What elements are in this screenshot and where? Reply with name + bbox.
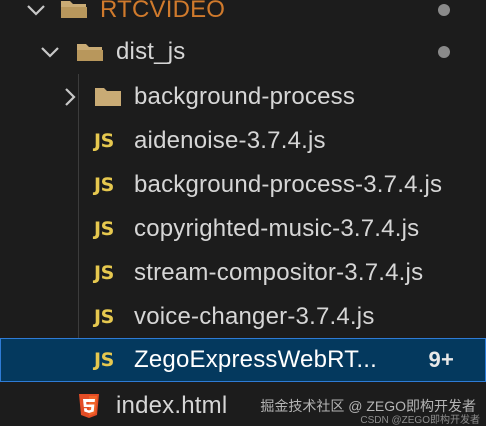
tree-row-js-file[interactable]: JS aidenoise-3.7.4.js: [0, 119, 486, 163]
tree-row-root-folder[interactable]: RTCVIDEO: [0, 0, 486, 32]
file-label: ZegoExpressWebRT...: [134, 346, 378, 373]
js-file-icon: JS: [94, 130, 114, 152]
tree-row-js-file[interactable]: JS stream-compositor-3.7.4.js: [0, 251, 486, 295]
file-label: aidenoise-3.7.4.js: [134, 127, 326, 154]
file-label: background-process-3.7.4.js: [134, 171, 443, 198]
tree-row-dist-js-folder[interactable]: dist_js: [0, 30, 486, 74]
tree-row-js-file-selected[interactable]: JS ZegoExpressWebRT... 9+: [0, 338, 486, 382]
file-explorer-tree: RTCVIDEO dist_js background-process JS a…: [0, 0, 486, 426]
root-folder-label: RTCVIDEO: [100, 0, 226, 23]
modified-dot-icon: [438, 4, 450, 16]
problem-count-badge: 9+: [428, 347, 454, 372]
modified-dot-icon: [438, 46, 450, 58]
file-label: voice-changer-3.7.4.js: [134, 303, 375, 330]
js-file-icon: JS: [94, 349, 114, 371]
js-file-icon: JS: [94, 218, 114, 240]
chevron-right-icon: [65, 88, 76, 106]
chevron-down-icon: [27, 5, 45, 16]
js-file-icon: JS: [94, 174, 114, 196]
folder-icon: [95, 88, 121, 106]
js-file-icon: JS: [94, 262, 114, 284]
html5-icon: [79, 394, 99, 418]
js-file-icon: JS: [94, 306, 114, 328]
tree-row-js-file[interactable]: JS copyrighted-music-3.7.4.js: [0, 207, 486, 251]
open-folder-icon: [77, 44, 103, 61]
tree-row-js-file[interactable]: JS voice-changer-3.7.4.js: [0, 295, 486, 339]
file-label: index.html: [116, 392, 228, 419]
tree-row-background-process-folder[interactable]: background-process: [0, 75, 486, 119]
open-folder-icon: [61, 1, 87, 18]
file-label: copyrighted-music-3.7.4.js: [134, 215, 420, 242]
folder-label: background-process: [134, 83, 356, 110]
dist-js-folder-label: dist_js: [116, 38, 186, 65]
watermark-sub-text: CSDN @ZEGO即构开发者: [360, 415, 480, 426]
chevron-down-icon: [41, 47, 59, 58]
file-label: stream-compositor-3.7.4.js: [134, 259, 424, 286]
tree-row-js-file[interactable]: JS background-process-3.7.4.js: [0, 163, 486, 207]
